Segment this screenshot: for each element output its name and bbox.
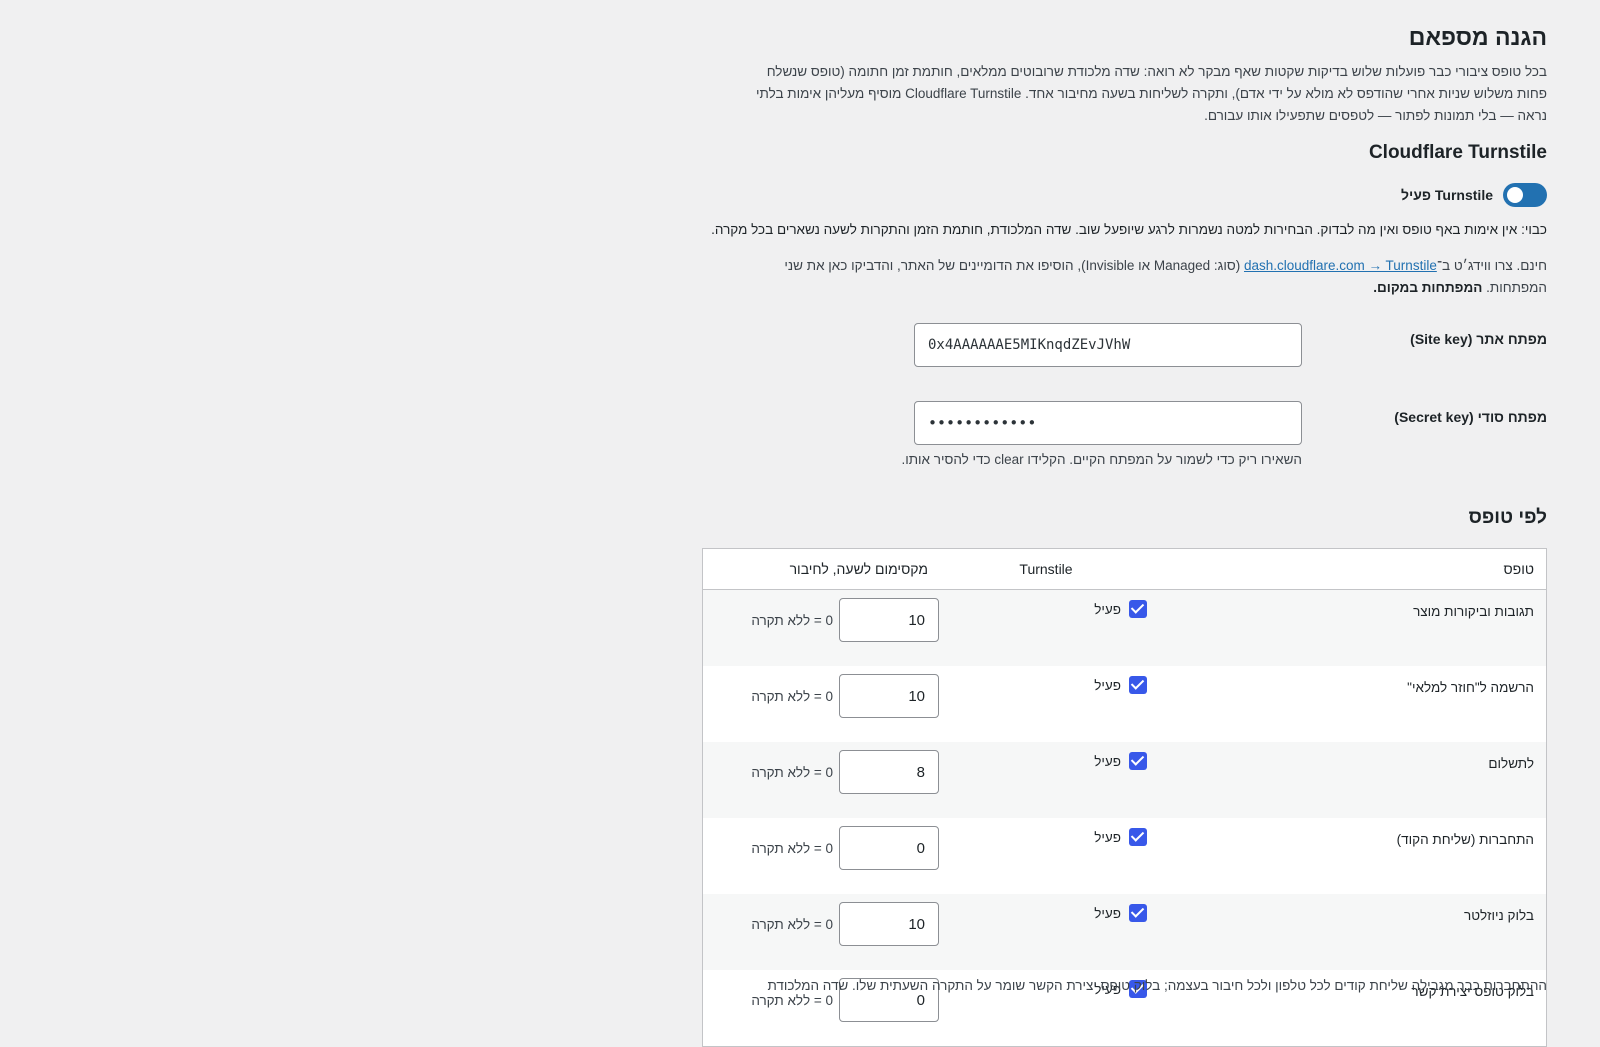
cap-control: 0 = ללא תקרה	[715, 598, 939, 642]
turnstile-cell: פעיל	[940, 742, 1152, 818]
cap-control: 0 = ללא תקרה	[715, 674, 939, 718]
cap-help: 0 = ללא תקרה	[751, 840, 833, 856]
site-key-input[interactable]	[914, 323, 1302, 367]
keys-in-place-text: המפתחות במקום.	[1373, 280, 1483, 295]
form-name: התחברות (שליחת הקוד)	[1396, 832, 1534, 847]
turnstile-checkbox[interactable]	[1129, 676, 1147, 694]
active-label: פעיל	[1094, 753, 1121, 769]
cap-help: 0 = ללא תקרה	[751, 764, 833, 780]
cap-cell: 0 = ללא תקרה	[702, 589, 940, 666]
turnstile-toggle-row: Turnstile פעיל	[1401, 183, 1547, 207]
per-form-heading: לפי טופס	[1468, 507, 1547, 528]
column-header-turnstile: Turnstile	[940, 548, 1152, 590]
turnstile-enable: פעיל	[941, 904, 1151, 922]
turnstile-enable: פעיל	[941, 828, 1151, 846]
cap-control: 0 = ללא תקרה	[715, 826, 939, 870]
table-row: הרשמה ל"חוזר למלאי" פעיל 0 = ללא תקרה	[703, 666, 1547, 742]
secret-key-help: השאירו ריק כדי לשמור על המפתח הקיים. הקל…	[901, 452, 1302, 467]
hourly-cap-input[interactable]	[839, 902, 939, 946]
hourly-cap-input[interactable]	[839, 826, 939, 870]
turnstile-cell: פעיל	[940, 818, 1152, 894]
turnstile-heading: Cloudflare Turnstile	[1368, 142, 1547, 163]
form-name: לתשלום	[1152, 742, 1547, 818]
table-header-row: טופס Turnstile מקסימום לשעה, לחיבור	[702, 548, 1547, 590]
turnstile-toggle[interactable]	[1503, 183, 1547, 207]
turnstile-checkbox[interactable]	[1129, 904, 1147, 922]
hourly-cap-input[interactable]	[839, 750, 939, 794]
active-label: פעיל	[1094, 829, 1121, 845]
turnstile-enable: פעיל	[941, 752, 1151, 770]
active-label: פעיל	[1094, 905, 1121, 921]
cap-cell: 0 = ללא תקרה	[702, 742, 940, 818]
turnstile-checkbox[interactable]	[1129, 828, 1147, 846]
cap-cell: 0 = ללא תקרה	[703, 818, 941, 894]
turnstile-cell: פעיל	[940, 894, 1152, 970]
setup-note-prefix: חינם. צרו ווידג׳ט ב־	[1436, 258, 1547, 273]
cap-cell: 0 = ללא תקרה	[703, 666, 941, 742]
cap-help: 0 = ללא תקרה	[751, 612, 833, 628]
hourly-cap-input[interactable]	[839, 598, 939, 642]
column-header-form: טופס	[1152, 548, 1547, 590]
turnstile-checkbox[interactable]	[1129, 600, 1147, 618]
hourly-cap-input[interactable]	[839, 674, 939, 718]
active-label: פעיל	[1094, 601, 1121, 617]
turnstile-enable: פעיל	[941, 600, 1151, 618]
turnstile-off-note: כבוי: אין אימות באף טופס ואין מה לבדוק. …	[711, 222, 1547, 237]
form-name: תגובות וביקורות מוצר	[1152, 589, 1547, 666]
turnstile-setup-note: חינם. צרו ווידג׳ט ב־dash.cloudflare.com …	[747, 255, 1547, 299]
active-label: פעיל	[1094, 677, 1121, 693]
column-header-cap: מקסימום לשעה, לחיבור	[702, 548, 940, 590]
turnstile-toggle-label: Turnstile פעיל	[1401, 187, 1493, 203]
per-form-table: טופס Turnstile מקסימום לשעה, לחיבור תגוב…	[702, 548, 1547, 1047]
form-name: בלוק ניוזלטר	[1152, 894, 1547, 970]
footer-note: ההתחברות כבר מגבילה שליחת קודים לכל טלפו…	[767, 978, 1547, 993]
turnstile-cell: פעיל	[940, 666, 1152, 742]
table-row: תגובות וביקורות מוצר פעיל 0 = ללא תקרה	[702, 589, 1547, 666]
secret-key-input[interactable]	[914, 401, 1302, 445]
site-key-label: מפתח אתר (Site key)	[1410, 331, 1547, 347]
cap-control: 0 = ללא תקרה	[715, 902, 939, 946]
cap-control: 0 = ללא תקרה	[715, 750, 939, 794]
turnstile-enable: פעיל	[941, 676, 1151, 694]
secret-key-label: מפתח סודי (Secret key)	[1394, 409, 1547, 425]
table-row: בלוק ניוזלטר פעיל 0 = ללא תקרה	[702, 894, 1547, 970]
cloudflare-dashboard-link[interactable]: dash.cloudflare.com → Turnstile	[1244, 258, 1437, 273]
cap-cell: 0 = ללא תקרה	[702, 894, 940, 970]
turnstile-cell: פעיל	[940, 589, 1152, 666]
form-name: הרשמה ל"חוזר למלאי"	[1407, 680, 1534, 695]
intro-text: בכל טופס ציבורי כבר פועלות שלוש בדיקות ש…	[756, 64, 1547, 123]
cap-help: 0 = ללא תקרה	[751, 916, 833, 932]
turnstile-checkbox[interactable]	[1129, 752, 1147, 770]
page-title: הגנה מספאם	[1408, 24, 1547, 50]
cap-help: 0 = ללא תקרה	[751, 688, 833, 704]
table-row: התחברות (שליחת הקוד) פעיל 0 = ללא תקרה	[703, 818, 1547, 894]
table-row: לתשלום פעיל 0 = ללא תקרה	[702, 742, 1547, 818]
